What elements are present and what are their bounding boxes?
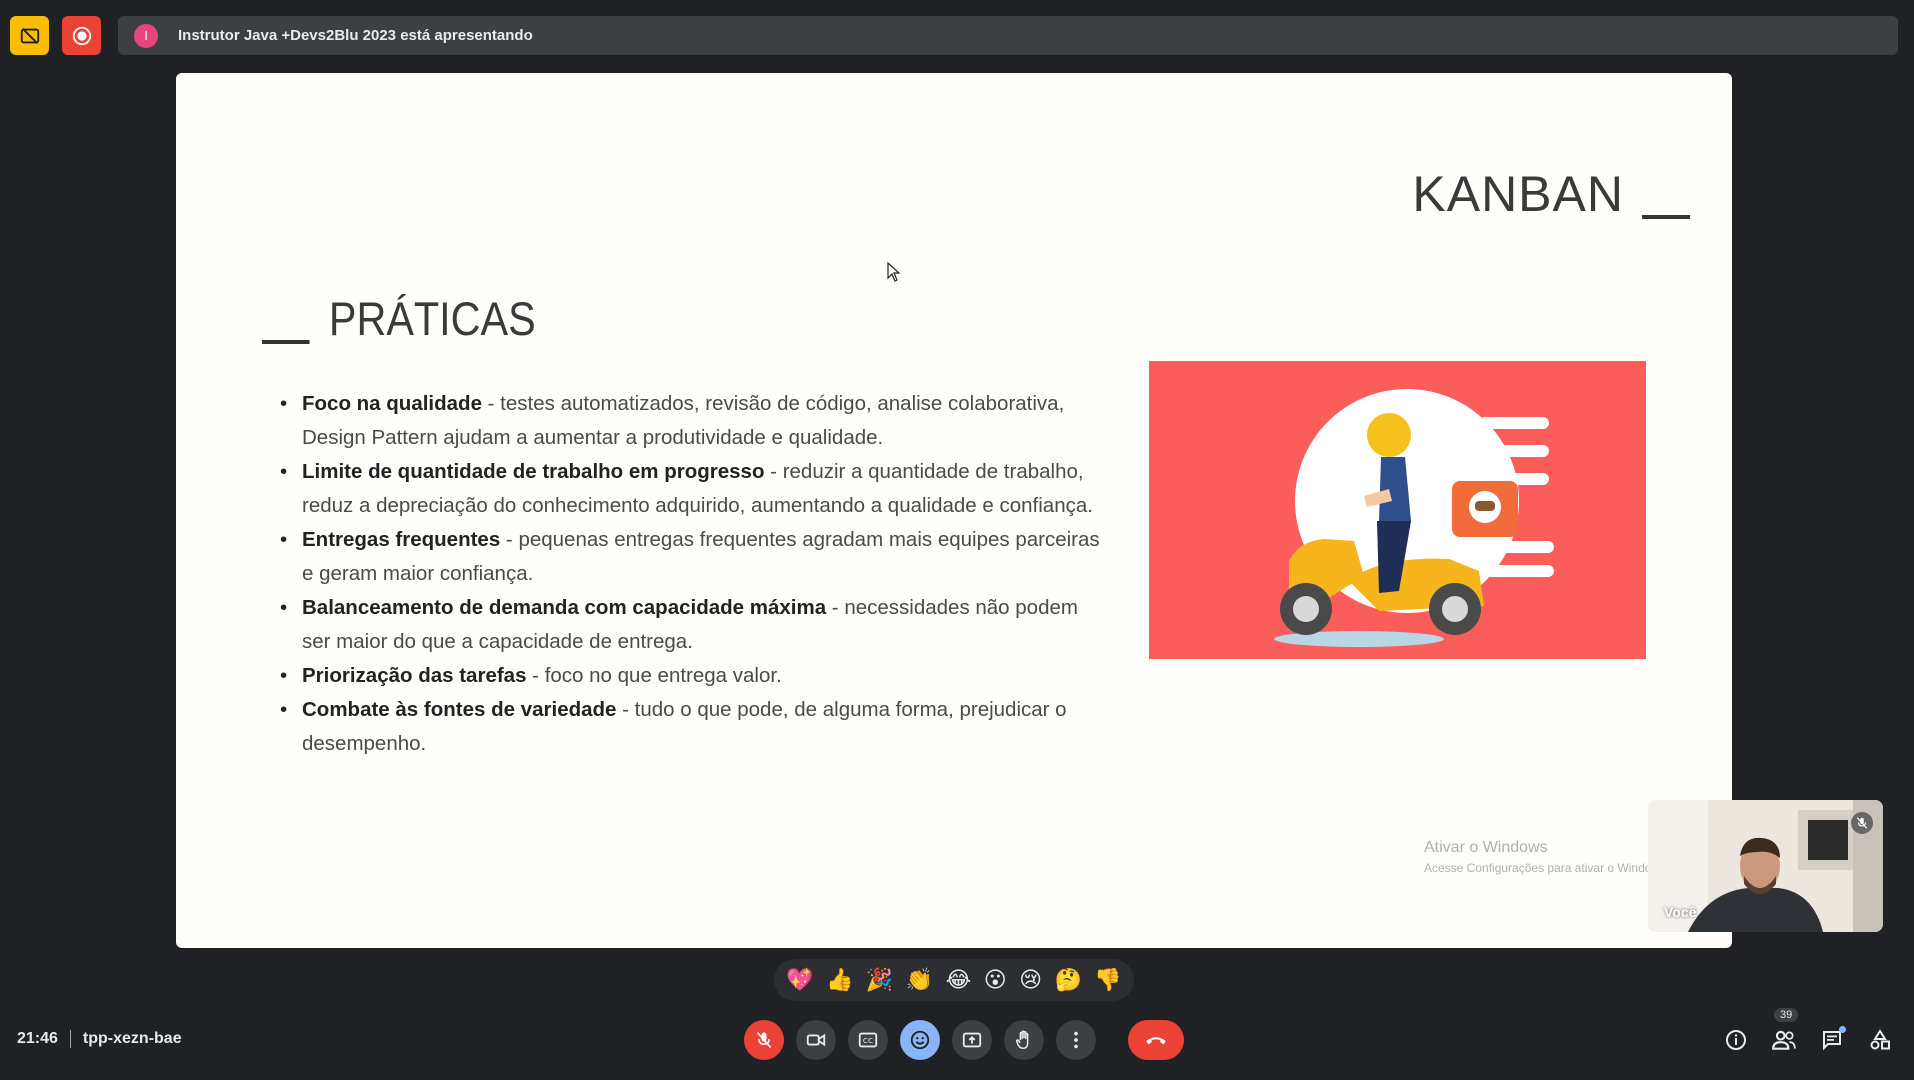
chat-button[interactable] (1816, 1024, 1848, 1056)
title-underline (1642, 215, 1690, 219)
emoji-icon (910, 1030, 930, 1050)
record-icon (72, 26, 91, 45)
present-screen-button[interactable] (952, 1020, 992, 1060)
unread-indicator (1839, 1026, 1846, 1033)
watermark-title: Ativar o Windows (1424, 839, 1548, 856)
mouse-cursor-icon (887, 261, 901, 282)
reaction-clap[interactable]: 👏 (906, 967, 933, 993)
reaction-thumbs-up[interactable]: 👍 (826, 967, 853, 993)
call-controls: CC (744, 1020, 1196, 1060)
closed-caption-icon: CC (858, 1032, 878, 1048)
mic-off-icon (756, 1031, 772, 1049)
presenter-avatar: I (134, 23, 158, 48)
captions-off-button[interactable] (10, 16, 49, 55)
self-view-label: Você (1664, 904, 1697, 920)
presenting-text: Instrutor Java +Devs2Blu 2023 está apres… (178, 27, 533, 44)
practice-title: Combate às fontes de variedade (302, 698, 617, 721)
list-item: Combate às fontes de variedade - tudo o … (280, 693, 1100, 761)
list-item: Priorização das tarefas - foco no que en… (280, 659, 1100, 693)
list-item: Limite de quantidade de trabalho em prog… (280, 455, 1100, 523)
practice-title: Priorização das tarefas (302, 664, 527, 687)
mic-off-icon (1856, 817, 1868, 829)
activities-button[interactable] (1864, 1024, 1896, 1056)
microphone-toggle-button[interactable] (744, 1020, 784, 1060)
presenting-banner: I Instrutor Java +Devs2Blu 2023 está apr… (118, 16, 1898, 55)
meeting-details-button[interactable] (1720, 1024, 1752, 1056)
more-options-button[interactable] (1056, 1020, 1096, 1060)
practice-text: - foco no que entrega valor. (526, 664, 782, 687)
reaction-sad[interactable]: 😢 (1019, 967, 1042, 993)
list-item: Balanceamento de demanda com capacidade … (280, 591, 1100, 659)
present-to-all-icon (962, 1032, 982, 1048)
hand-icon (1015, 1030, 1029, 1049)
practice-title: Balanceamento de demanda com capacidade … (302, 596, 827, 619)
reaction-party[interactable]: 🎉 (866, 967, 893, 993)
meeting-info: 21:46 tpp-xezn-bae (17, 1030, 182, 1048)
reactions-button[interactable] (900, 1020, 940, 1060)
side-panel-buttons: 39 (1704, 1008, 1896, 1056)
self-view-tile[interactable]: Você (1648, 800, 1883, 932)
reactions-bar: 💖 👍 🎉 👏 😂 😮 😢 🤔 👎 (774, 959, 1134, 1001)
more-vert-icon (1074, 1031, 1078, 1049)
section-title-line (262, 340, 310, 344)
practice-title: Foco na qualidade (302, 392, 482, 415)
recording-indicator-button[interactable] (62, 16, 101, 55)
list-item: Entregas frequentes - pequenas entregas … (280, 523, 1100, 591)
people-count-badge: 39 (1774, 1008, 1799, 1022)
camera-toggle-button[interactable] (796, 1020, 836, 1060)
meeting-time: 21:46 (17, 1030, 58, 1047)
practices-list: Foco na qualidade - testes automatizados… (280, 387, 1100, 761)
svg-text:CC: CC (863, 1036, 873, 1045)
videocam-icon (806, 1033, 826, 1047)
list-item: Foco na qualidade - testes automatizados… (280, 387, 1100, 455)
reaction-laugh[interactable]: 😂 (946, 967, 972, 993)
kanban-title-text: KANBAN (1412, 166, 1624, 222)
reaction-thumbs-down[interactable]: 👎 (1094, 967, 1121, 993)
leave-call-button[interactable] (1128, 1020, 1184, 1060)
delivery-scooter-illustration (1149, 361, 1646, 659)
captions-button[interactable]: CC (848, 1020, 888, 1060)
people-icon (1772, 1030, 1796, 1050)
presented-slide: KANBAN PRÁTICAS Foco na qualidade - test… (176, 73, 1732, 948)
shapes-icon (1870, 1029, 1890, 1050)
section-title-text: PRÁTICAS (328, 292, 536, 345)
call-end-icon (1146, 1037, 1166, 1045)
slide-kanban-title: KANBAN (1412, 165, 1690, 223)
watermark-subtitle: Acesse Configurações para ativar o Windo… (1424, 861, 1670, 875)
raise-hand-button[interactable] (1004, 1020, 1044, 1060)
windows-activation-watermark: Ativar o Windows Acesse Configurações pa… (1424, 839, 1669, 875)
people-button[interactable]: 39 (1768, 1008, 1800, 1056)
reaction-surprised[interactable]: 😮 (984, 967, 1007, 993)
meeting-code: tpp-xezn-bae (82, 1030, 182, 1047)
slide-section-title: PRÁTICAS (262, 291, 536, 346)
self-mic-muted-indicator (1851, 812, 1873, 834)
info-icon (1726, 1030, 1746, 1050)
reaction-heart[interactable]: 💖 (786, 967, 813, 993)
divider (69, 1030, 71, 1048)
closed-caption-off-icon (20, 27, 39, 44)
reaction-thinking[interactable]: 🤔 (1055, 967, 1082, 993)
practice-title: Entregas frequentes (302, 528, 501, 551)
practice-title: Limite de quantidade de trabalho em prog… (302, 460, 765, 483)
